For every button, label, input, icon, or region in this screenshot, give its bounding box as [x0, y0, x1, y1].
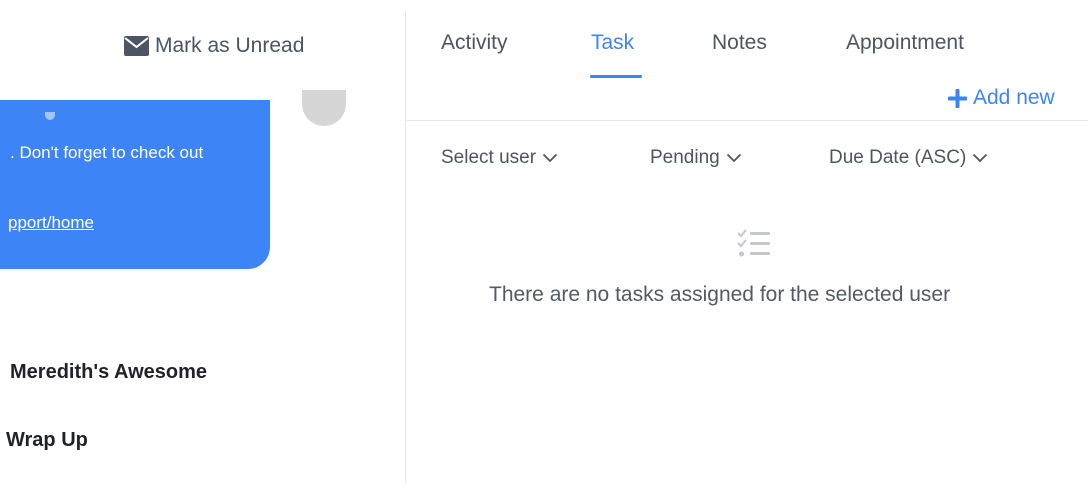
tab-notes[interactable]: Notes — [712, 31, 767, 55]
tab-appointment[interactable]: Appointment — [846, 31, 964, 55]
plus-icon — [948, 88, 967, 108]
conversation-pane: Mark as Unread . Don't forget to check o… — [0, 0, 405, 483]
tab-activity[interactable]: Activity — [441, 31, 508, 55]
add-new-task-button[interactable]: Add new — [947, 86, 1055, 110]
status-filter-label: Pending — [650, 147, 720, 168]
chevron-down-icon — [542, 153, 558, 163]
message-bubble — [0, 100, 270, 269]
sort-label: Due Date (ASC) — [829, 147, 967, 168]
mark-as-unread-button[interactable]: Mark as Unread — [124, 34, 304, 58]
pane-divider — [405, 12, 406, 483]
app-window: Mark as Unread . Don't forget to check o… — [0, 0, 1088, 483]
mark-as-unread-label: Mark as Unread — [155, 34, 305, 57]
checklist-icon — [737, 229, 770, 257]
chevron-down-icon — [973, 153, 988, 163]
header-divider — [405, 120, 1088, 121]
select-user-label: Select user — [441, 147, 537, 168]
message-text: . Don't forget to check out — [10, 143, 204, 162]
conversation-title[interactable]: Meredith's Awesome — [10, 361, 207, 384]
sort-dropdown[interactable]: Due Date (ASC) — [829, 147, 988, 169]
chevron-down-icon — [726, 153, 741, 163]
status-filter-dropdown[interactable]: Pending — [650, 147, 742, 169]
tab-task[interactable]: Task — [591, 31, 634, 55]
envelope-icon — [124, 36, 149, 56]
select-user-dropdown[interactable]: Select user — [441, 147, 558, 169]
active-tab-indicator — [590, 75, 642, 78]
empty-state-message: There are no tasks assigned for the sele… — [489, 283, 951, 306]
message-link[interactable]: pport/home — [8, 213, 94, 233]
add-new-label: Add new — [973, 86, 1055, 109]
avatar — [302, 90, 346, 126]
conversation-title[interactable]: Wrap Up — [6, 429, 88, 452]
